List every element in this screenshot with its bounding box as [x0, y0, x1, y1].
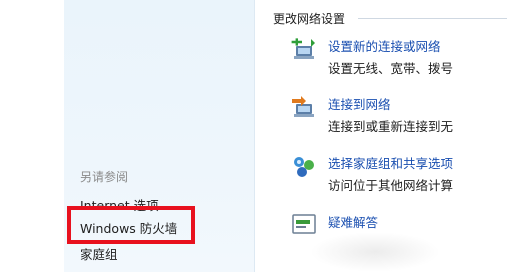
- task-homegroup-sharing-desc: 访问位于其他网络计算: [328, 178, 454, 193]
- section-title: 更改网络设置: [273, 12, 346, 26]
- task-connect-network-title[interactable]: 连接到网络: [328, 94, 391, 113]
- sidebar-divider: [254, 0, 255, 272]
- connect-network-icon: [290, 94, 318, 122]
- task-homegroup-sharing-title[interactable]: 选择家庭组和共享选项: [328, 153, 453, 172]
- blurred-area: [310, 232, 440, 272]
- task-setup-connection-title[interactable]: 设置新的连接或网络: [328, 36, 441, 55]
- task-connect-network[interactable]: 连接到网络 连接到或重新连接到无: [290, 94, 507, 138]
- left-margin: [0, 0, 64, 272]
- section-divider: [358, 18, 507, 19]
- task-connect-network-desc: 连接到或重新连接到无: [328, 119, 454, 134]
- homegroup-icon: [290, 153, 318, 181]
- see-also-heading: 另请参阅: [80, 170, 129, 184]
- task-troubleshoot-title[interactable]: 疑难解答: [328, 212, 378, 231]
- task-homegroup-sharing[interactable]: 选择家庭组和共享选项 访问位于其他网络计算: [290, 153, 507, 197]
- new-connection-icon: [290, 36, 318, 64]
- task-setup-connection-desc: 设置无线、宽带、拨号: [328, 61, 454, 76]
- highlight-annotation: [67, 206, 195, 244]
- task-setup-connection[interactable]: 设置新的连接或网络 设置无线、宽带、拨号: [290, 36, 507, 80]
- sidebar-link-homegroup[interactable]: 家庭组: [80, 244, 118, 263]
